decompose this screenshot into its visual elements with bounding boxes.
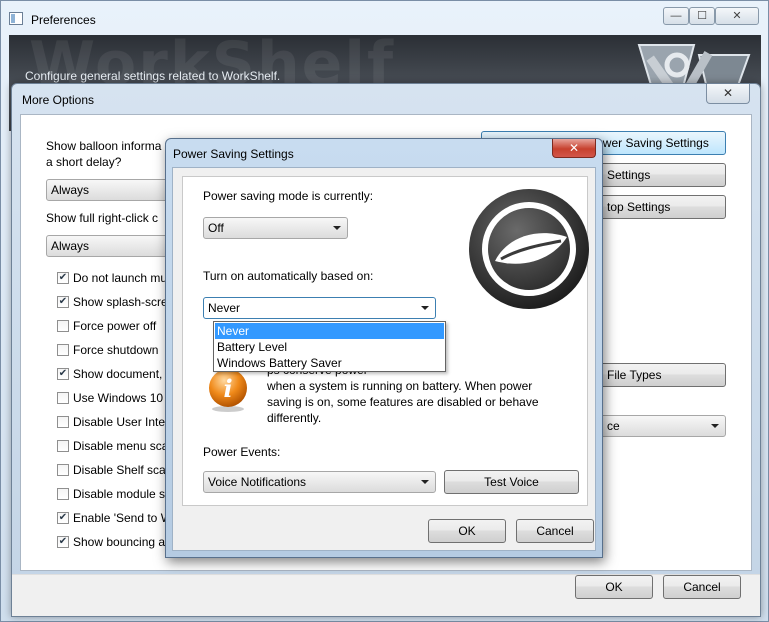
chevron-down-icon [421, 306, 429, 310]
checkbox-label: Show document, i [73, 367, 169, 381]
more-options-footer: OK Cancel [12, 574, 760, 616]
checkbox[interactable] [57, 536, 69, 548]
balloon-info-label: Show balloon informa [46, 139, 162, 153]
checkbox-label: Show splash-scree [73, 295, 175, 309]
checkbox-label: Force power off [73, 319, 157, 333]
file-types-button-label: File Types [607, 368, 662, 382]
auto-on-select[interactable]: Never [203, 297, 436, 319]
right-select-value: ce [607, 419, 620, 433]
power-saving-close-button[interactable]: ✕ [552, 139, 596, 158]
auto-on-label: Turn on automatically based on: [203, 269, 374, 283]
power-saving-dialog: Power Saving Settings ✕ Power saving mod… [165, 138, 603, 558]
checkbox-label: Show bouncing an [73, 535, 172, 549]
auto-on-dropdown-list: Never Battery Level Windows Battery Saver [213, 321, 446, 372]
power-saving-title: Power Saving Settings [173, 147, 294, 161]
balloon-info-label-line2: a short delay? [46, 155, 122, 169]
power-saving-settings-button-label: Power Saving Settings [588, 136, 709, 150]
power-saving-leaf-icon [469, 189, 589, 309]
checkbox[interactable] [57, 344, 69, 356]
checkbox[interactable] [57, 320, 69, 332]
checkbox[interactable] [57, 488, 69, 500]
power-events-select-value: Voice Notifications [208, 475, 307, 489]
more-options-title: More Options [22, 93, 95, 107]
desktop-settings-button-label: top Settings [607, 200, 671, 214]
more-options-close-button[interactable]: ✕ [706, 84, 750, 104]
checkbox-label: Disable module sc [73, 487, 172, 501]
checkbox-label: Disable User Interf [73, 415, 173, 429]
power-saving-cancel-button[interactable]: Cancel [516, 519, 594, 543]
chevron-down-icon [421, 480, 429, 484]
dropdown-option[interactable]: Never [215, 323, 444, 339]
checkbox-label: Force shutdown [73, 343, 159, 357]
test-voice-button[interactable]: Test Voice [444, 470, 579, 494]
power-events-select[interactable]: Voice Notifications [203, 471, 436, 493]
banner-description: Configure general settings related to Wo… [25, 69, 281, 83]
right-click-label: Show full right-click c [46, 211, 159, 225]
chevron-down-icon [711, 424, 719, 428]
info-text-line3: saving is on, some features are disabled… [267, 395, 539, 409]
power-saving-panel: Power saving mode is currently: Off Turn… [182, 176, 589, 506]
power-saving-ok-button[interactable]: OK [428, 519, 506, 543]
minimize-button[interactable]: — [663, 7, 689, 25]
checkbox-label: Do not launch mult [73, 271, 174, 285]
settings-button-label: Settings [607, 168, 651, 182]
checkbox-label: Enable 'Send to W [73, 511, 173, 525]
balloon-info-select-value: Always [51, 183, 90, 197]
checkbox-label: Disable Shelf scali [73, 463, 172, 477]
close-button[interactable]: ✕ [715, 7, 759, 25]
power-mode-select[interactable]: Off [203, 217, 348, 239]
checkbox[interactable] [57, 368, 69, 380]
info-text-line2: when a system is running on battery. Whe… [267, 379, 533, 393]
window-app-icon [9, 12, 23, 25]
right-click-select-value: Always [51, 239, 90, 253]
checkbox[interactable] [57, 440, 69, 452]
auto-on-select-value: Never [208, 301, 241, 315]
svg-text:i: i [223, 374, 232, 403]
power-saving-body: Power saving mode is currently: Off Turn… [172, 167, 596, 551]
checkbox[interactable] [57, 296, 69, 308]
more-options-cancel-button[interactable]: Cancel [663, 575, 741, 599]
preferences-titlebar: Preferences — ☐ ✕ [1, 1, 768, 35]
info-text-line4: differently. [267, 411, 322, 425]
checkbox-label: Use Windows 10 s [73, 391, 173, 405]
checkbox[interactable] [57, 272, 69, 284]
checkbox[interactable] [57, 464, 69, 476]
dropdown-option[interactable]: Battery Level [215, 339, 444, 355]
more-options-ok-button[interactable]: OK [575, 575, 653, 599]
checkbox-label: Disable menu scal [73, 439, 172, 453]
maximize-button[interactable]: ☐ [689, 7, 715, 25]
power-mode-label: Power saving mode is currently: [203, 189, 374, 203]
checkbox[interactable] [57, 512, 69, 524]
preferences-title: Preferences [31, 13, 96, 27]
power-mode-select-value: Off [208, 221, 224, 235]
dropdown-option[interactable]: Windows Battery Saver [215, 355, 444, 371]
checkbox[interactable] [57, 392, 69, 404]
chevron-down-icon [333, 226, 341, 230]
power-events-label: Power Events: [203, 445, 281, 459]
info-icon: i [209, 369, 247, 412]
checkbox[interactable] [57, 416, 69, 428]
